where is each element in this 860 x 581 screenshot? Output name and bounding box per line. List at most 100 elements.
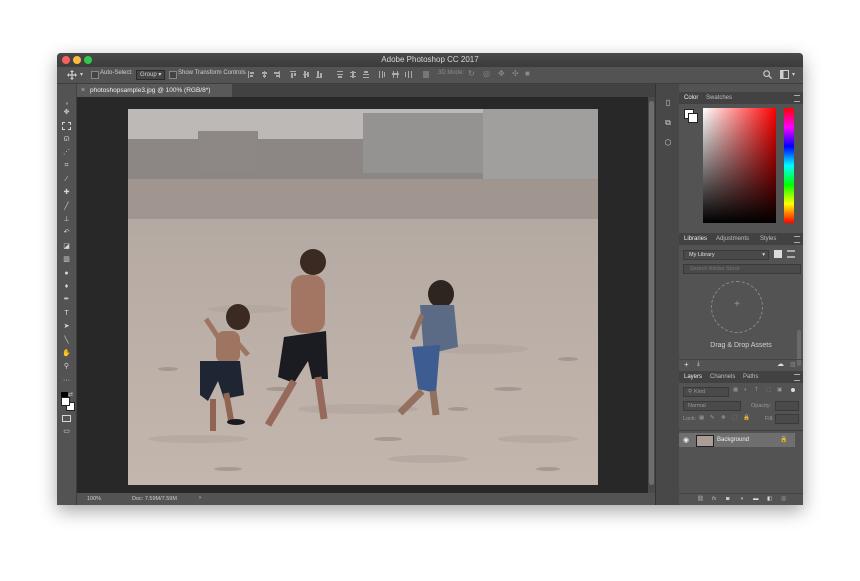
close-tab-icon[interactable]: × bbox=[81, 84, 85, 97]
hand-tool[interactable]: ✋ bbox=[62, 350, 71, 358]
library-trash-icon[interactable]: ▥ bbox=[790, 361, 796, 368]
lock-transparent-icon[interactable]: ▦ bbox=[699, 415, 704, 421]
align-horizontal-centers-icon[interactable] bbox=[261, 71, 267, 78]
add-content-icon[interactable]: + bbox=[684, 360, 689, 369]
quick-mask-icon[interactable] bbox=[62, 415, 71, 423]
document-image[interactable] bbox=[128, 109, 598, 485]
type-tool[interactable]: T bbox=[62, 310, 71, 318]
3d-roll-icon[interactable]: ◎ bbox=[483, 69, 490, 78]
color-panel-menu-icon[interactable] bbox=[794, 95, 800, 102]
distribute-horizontal-icon[interactable] bbox=[392, 71, 399, 78]
layer-visibility-eye-icon[interactable]: ◉ bbox=[683, 436, 689, 444]
color-panel-background-swatch[interactable] bbox=[688, 113, 698, 123]
zoom-level[interactable]: 100% bbox=[87, 496, 101, 502]
lock-artboard-icon[interactable]: ⬚ bbox=[732, 415, 737, 421]
pen-tool[interactable]: ✒ bbox=[62, 296, 71, 304]
edit-toolbar-icon[interactable]: ··· bbox=[62, 377, 71, 385]
properties-panel-icon[interactable]: ⧉ bbox=[663, 118, 673, 128]
vertical-scrollbar[interactable] bbox=[648, 97, 655, 493]
eraser-tool[interactable]: ◪ bbox=[62, 243, 71, 251]
tab-adjustments[interactable]: Adjustments bbox=[716, 236, 749, 242]
color-field[interactable] bbox=[703, 108, 776, 223]
filter-pixel-icon[interactable]: ▦ bbox=[733, 387, 738, 393]
distribute-bottom-icon[interactable] bbox=[363, 71, 369, 78]
3d-panel-icon[interactable]: ⬡ bbox=[663, 138, 673, 148]
new-group-icon[interactable]: ▬ bbox=[753, 496, 759, 502]
tab-channels[interactable]: Channels bbox=[710, 374, 735, 380]
status-menu-chevron-icon[interactable]: › bbox=[199, 495, 201, 501]
distribute-left-icon[interactable] bbox=[379, 71, 385, 78]
workspace-icon[interactable] bbox=[780, 70, 789, 79]
document-tab[interactable]: × photoshopsample3.jpg @ 100% (RGB/8*) bbox=[77, 84, 232, 97]
marquee-tool[interactable] bbox=[62, 122, 71, 130]
upload-icon[interactable]: ⤓ bbox=[697, 361, 700, 368]
canvas-area[interactable] bbox=[77, 97, 648, 493]
align-vertical-centers-icon[interactable] bbox=[303, 71, 309, 78]
tab-swatches[interactable]: Swatches bbox=[706, 95, 732, 101]
lock-position-icon[interactable]: ✥ bbox=[721, 415, 726, 421]
lock-image-icon[interactable]: ✎ bbox=[710, 415, 715, 421]
filter-smart-object-icon[interactable]: ▣ bbox=[777, 387, 782, 393]
dodge-tool[interactable]: ♦ bbox=[62, 283, 71, 291]
auto-select-checkbox[interactable] bbox=[91, 71, 99, 79]
layer-row-background[interactable]: ◉ Background 🔒 bbox=[679, 433, 795, 447]
lock-all-icon[interactable]: 🔒 bbox=[743, 415, 750, 421]
new-layer-icon[interactable]: ◧ bbox=[767, 496, 772, 502]
align-left-edges-icon[interactable] bbox=[248, 71, 254, 78]
workspace-chevron-icon[interactable]: ▾ bbox=[792, 71, 795, 78]
healing-brush-tool[interactable]: ✚ bbox=[62, 189, 71, 197]
gradient-tool[interactable]: ▥ bbox=[62, 256, 71, 264]
add-mask-icon[interactable]: ◙ bbox=[726, 496, 729, 502]
libraries-panel-menu-icon[interactable] bbox=[794, 236, 800, 243]
auto-select-dropdown[interactable]: Group ▾ bbox=[136, 70, 166, 80]
hue-slider[interactable] bbox=[784, 108, 794, 223]
foreground-color-swatch[interactable] bbox=[61, 397, 70, 406]
auto-align-layers-icon[interactable] bbox=[423, 71, 429, 78]
adobe-stock-search[interactable]: Search Adobe Stock bbox=[683, 264, 801, 274]
clone-stamp-tool[interactable]: ⊥ bbox=[62, 216, 71, 224]
distribute-right-icon[interactable] bbox=[405, 71, 412, 78]
blur-tool[interactable]: ● bbox=[62, 270, 71, 278]
link-layers-icon[interactable]: ⛓ bbox=[697, 496, 704, 502]
layers-panel-menu-icon[interactable] bbox=[794, 374, 800, 381]
scrollbar-thumb[interactable] bbox=[649, 101, 654, 485]
zoom-tool[interactable]: ⚲ bbox=[62, 363, 71, 371]
3d-slide-icon[interactable]: ✣ bbox=[512, 69, 519, 78]
filter-type-icon[interactable]: T bbox=[755, 387, 758, 393]
tab-libraries[interactable]: Libraries bbox=[684, 236, 707, 242]
history-panel-icon[interactable]: ▯ bbox=[663, 98, 673, 108]
cloud-sync-icon[interactable]: ☁ bbox=[777, 360, 784, 368]
library-dropdown[interactable]: My Library ▾ bbox=[683, 250, 769, 260]
line-tool[interactable]: ╲ bbox=[62, 337, 71, 345]
tab-paths[interactable]: Paths bbox=[743, 374, 758, 380]
3d-scale-icon[interactable]: ■ bbox=[525, 69, 530, 78]
3d-pan-icon[interactable]: ✥ bbox=[498, 69, 505, 78]
tab-layers[interactable]: Layers bbox=[684, 374, 702, 380]
grid-view-icon[interactable] bbox=[774, 250, 782, 258]
move-tool-icon[interactable] bbox=[67, 70, 77, 80]
history-brush-tool[interactable]: ↶ bbox=[62, 229, 71, 237]
fill-field[interactable] bbox=[775, 414, 799, 424]
delete-layer-icon[interactable]: ▥ bbox=[781, 496, 786, 502]
align-top-edges-icon[interactable] bbox=[290, 71, 296, 78]
distribute-top-icon[interactable] bbox=[337, 71, 343, 78]
move-tool[interactable]: ✥ bbox=[62, 109, 71, 117]
distribute-centers-icon[interactable] bbox=[350, 71, 356, 78]
opacity-field[interactable] bbox=[775, 401, 799, 411]
show-transform-checkbox[interactable] bbox=[169, 71, 177, 79]
filter-adjustment-icon[interactable]: ◐ bbox=[744, 387, 747, 393]
layer-kind-filter[interactable]: ⚲ Kind bbox=[683, 387, 729, 397]
3d-orbit-icon[interactable]: ↻ bbox=[468, 69, 475, 78]
list-view-icon[interactable] bbox=[787, 250, 795, 258]
eyedropper-tool[interactable]: ⁄ bbox=[62, 176, 71, 184]
layer-style-icon[interactable]: fx bbox=[712, 496, 716, 502]
drop-zone[interactable]: + bbox=[711, 281, 763, 333]
align-right-edges-icon[interactable] bbox=[274, 71, 280, 78]
collapse-tools-icon[interactable]: » bbox=[62, 100, 71, 108]
blend-mode-dropdown[interactable]: Normal bbox=[683, 401, 741, 411]
tab-styles[interactable]: Styles bbox=[760, 236, 776, 242]
quick-selection-tool[interactable]: ⋰ bbox=[62, 149, 71, 157]
path-selection-tool[interactable]: ➤ bbox=[62, 323, 71, 331]
search-icon[interactable] bbox=[763, 70, 772, 79]
tool-preset-chevron-icon[interactable]: ▾ bbox=[80, 71, 83, 78]
